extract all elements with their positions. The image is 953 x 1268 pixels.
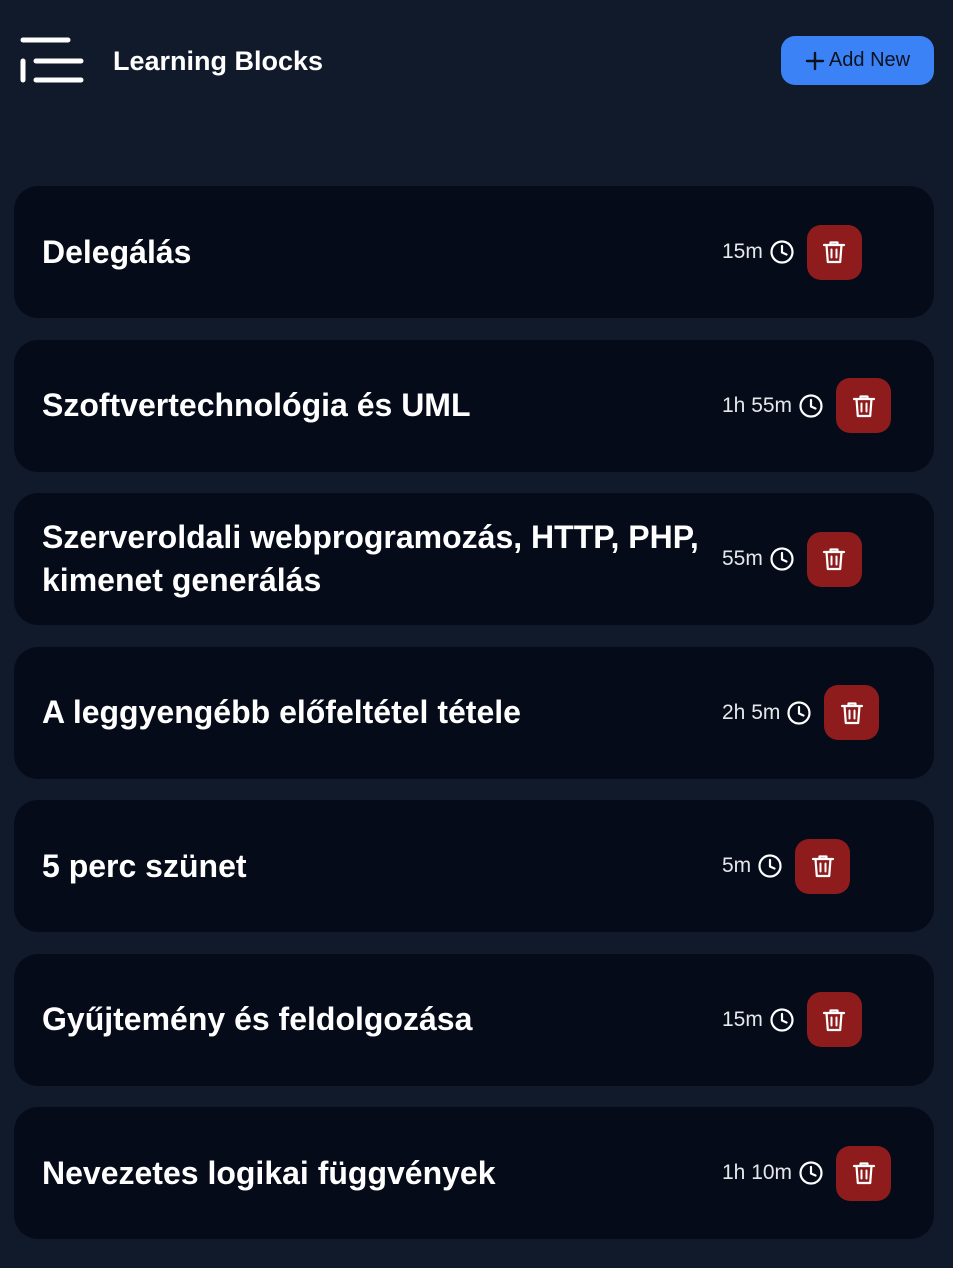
block-duration: 15m	[722, 239, 795, 265]
block-title: A leggyengébb előfeltétel tétele	[42, 694, 521, 730]
duration-text: 2h 5m	[722, 700, 781, 724]
add-new-button[interactable]: Add New	[781, 36, 934, 85]
clock-icon	[786, 700, 812, 726]
trash-icon	[823, 241, 846, 264]
block-duration: 1h 55m	[722, 393, 824, 419]
delete-button[interactable]	[795, 838, 851, 894]
duration-text: 15m	[722, 240, 763, 263]
block-card[interactable]: Delegálás 15m	[14, 186, 934, 318]
delete-button[interactable]	[836, 1145, 892, 1201]
menu-button[interactable]	[18, 36, 86, 86]
trash-icon	[852, 394, 875, 417]
block-card[interactable]: Gyűjtemény és feldolgozása 15m	[14, 953, 934, 1086]
duration-text: 1h 10m	[722, 1161, 793, 1184]
plus-icon	[805, 51, 825, 70]
block-card[interactable]: Szoftvertechnológia és UML 1h 55m	[14, 339, 934, 472]
duration-text: 15m	[722, 1007, 763, 1031]
block-duration: 5m	[722, 853, 783, 879]
delete-button[interactable]	[836, 378, 892, 433]
clock-icon	[757, 853, 783, 879]
delete-button[interactable]	[806, 531, 862, 587]
block-title: Delegálás	[42, 233, 192, 270]
trash-icon	[823, 1008, 846, 1031]
delete-button[interactable]	[824, 685, 880, 740]
block-duration: 55m	[722, 546, 795, 572]
duration-text: 55m	[722, 547, 763, 570]
page-title: Learning Blocks	[113, 46, 324, 76]
clock-icon	[769, 1007, 795, 1033]
block-duration: 1h 10m	[722, 1160, 824, 1186]
app-header: Learning Blocks Add New	[0, 0, 953, 122]
block-duration: 15m	[722, 1007, 795, 1033]
block-card[interactable]: Nevezetes logikai függvények 1h 10m	[14, 1107, 934, 1239]
block-duration: 2h 5m	[722, 700, 812, 726]
trash-icon	[823, 548, 846, 571]
clock-icon	[798, 393, 824, 419]
duration-text: 5m	[722, 854, 752, 877]
delete-button[interactable]	[806, 992, 862, 1047]
block-title: 5 perc szünet	[42, 847, 247, 884]
block-title: Gyűjtemény és feldolgozása	[42, 1001, 473, 1037]
block-card[interactable]: 5 perc szünet 5m	[14, 800, 934, 932]
trash-icon	[852, 1162, 875, 1185]
menu-icon	[20, 37, 84, 83]
duration-text: 1h 55m	[722, 393, 793, 417]
trash-icon	[811, 855, 834, 878]
clock-icon	[769, 239, 795, 265]
block-title: Nevezetes logikai függvények	[42, 1154, 496, 1191]
block-title: Szoftvertechnológia és UML	[42, 387, 471, 423]
block-card[interactable]: A leggyengébb előfeltétel tétele 2h 5m	[14, 646, 934, 779]
block-card[interactable]: Szerveroldali webprogramozás, HTTP, PHP,…	[14, 493, 934, 625]
block-list: Delegálás 15m Szoftvertechnológia és UML…	[14, 186, 934, 1261]
block-title: Szerveroldali webprogramozás, HTTP, PHP,…	[42, 519, 699, 598]
clock-icon	[798, 1160, 824, 1186]
clock-icon	[769, 546, 795, 572]
add-new-label: Add New	[828, 49, 911, 71]
delete-button[interactable]	[806, 224, 862, 280]
trash-icon	[840, 701, 863, 724]
